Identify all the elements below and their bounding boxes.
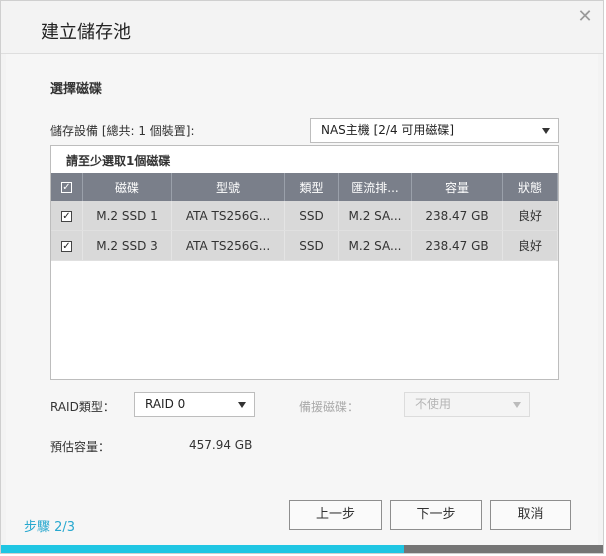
row-checkbox[interactable]: ✓ (61, 210, 72, 222)
disk-status: 良好 (502, 201, 558, 231)
table-header-row: ✓ 磁碟 型號 類型 匯流排... 容量 狀態 (51, 173, 558, 201)
spare-disk-select: 不使用 (404, 392, 530, 417)
dropdown-arrow-icon (238, 401, 246, 408)
disk-bus: M.2 SA... (338, 230, 412, 261)
disk-model: ATA TS256G... (171, 201, 285, 231)
wizard-progress-bar (1, 545, 603, 553)
column-header-bus[interactable]: 匯流排... (338, 173, 412, 201)
estimated-capacity-label: 預估容量： (50, 440, 111, 454)
storage-device-value: NAS主機 [2/4 可用磁碟] (321, 123, 455, 137)
disk-bus: M.2 SA... (338, 201, 412, 231)
estimated-capacity-value: 457.94 GB (189, 438, 253, 452)
create-storage-pool-dialog: 建立儲存池 ✕ 選擇磁碟 儲存設備 [總共: 1 個裝置]: NAS主機 [2/… (0, 0, 604, 554)
column-header-status[interactable]: 狀態 (502, 173, 558, 201)
previous-button[interactable]: 上一步 (289, 500, 382, 530)
dropdown-arrow-icon (513, 401, 521, 408)
step-indicator: 步驟 2/3 (24, 520, 76, 535)
disk-model: ATA TS256G... (171, 230, 285, 261)
select-all-checkbox-cell[interactable]: ✓ (51, 173, 83, 201)
row-checkbox[interactable]: ✓ (61, 240, 72, 252)
table-row[interactable]: ✓ M.2 SSD 1 ATA TS256G... SSD M.2 SA... … (51, 201, 558, 231)
disk-capacity: 238.47 GB (411, 230, 503, 261)
raid-type-value: RAID 0 (145, 397, 186, 411)
disk-type: SSD (284, 201, 339, 231)
column-header-disk[interactable]: 磁碟 (82, 173, 172, 201)
section-title: 選擇磁碟 (50, 82, 103, 97)
storage-device-select[interactable]: NAS主機 [2/4 可用磁碟] (310, 118, 559, 143)
disk-table: ✓ 磁碟 型號 類型 匯流排... 容量 狀態 ✓ M.2 SSD 1 ATA (51, 173, 558, 261)
cancel-button[interactable]: 取消 (490, 500, 571, 530)
column-header-model[interactable]: 型號 (171, 173, 285, 201)
disk-capacity: 238.47 GB (411, 201, 503, 231)
wizard-progress-fill (1, 545, 405, 553)
dialog-body: 選擇磁碟 儲存設備 [總共: 1 個裝置]: NAS主機 [2/4 可用磁碟] … (6, 54, 598, 553)
table-row[interactable]: ✓ M.2 SSD 3 ATA TS256G... SSD M.2 SA... … (51, 230, 558, 261)
next-button[interactable]: 下一步 (390, 500, 482, 530)
title-bar: 建立儲存池 ✕ (1, 1, 603, 54)
select-all-checkbox[interactable]: ✓ (61, 182, 72, 193)
raid-type-label: RAID類型： (50, 400, 115, 414)
disk-list-panel: 請至少選取1個磁碟 ✓ 磁碟 型號 類型 匯流排... 容量 狀態 ✓ M.2 … (50, 145, 559, 380)
close-icon[interactable]: ✕ (575, 7, 595, 27)
disk-name: M.2 SSD 1 (82, 201, 172, 231)
column-header-capacity[interactable]: 容量 (411, 173, 503, 201)
row-checkbox-cell[interactable]: ✓ (51, 201, 83, 231)
spare-disk-label: 備援磁碟： (299, 400, 360, 414)
disk-type: SSD (284, 230, 339, 261)
spare-disk-value: 不使用 (415, 397, 452, 411)
dialog-title: 建立儲存池 (41, 22, 131, 43)
storage-device-label: 儲存設備 [總共: 1 個裝置]: (50, 124, 195, 138)
dropdown-arrow-icon (542, 127, 550, 134)
disk-name: M.2 SSD 3 (82, 230, 172, 261)
column-header-type[interactable]: 類型 (284, 173, 339, 201)
disk-select-hint: 請至少選取1個磁碟 (66, 154, 171, 168)
disk-status: 良好 (502, 230, 558, 261)
row-checkbox-cell[interactable]: ✓ (51, 230, 83, 261)
raid-type-select[interactable]: RAID 0 (134, 392, 255, 417)
